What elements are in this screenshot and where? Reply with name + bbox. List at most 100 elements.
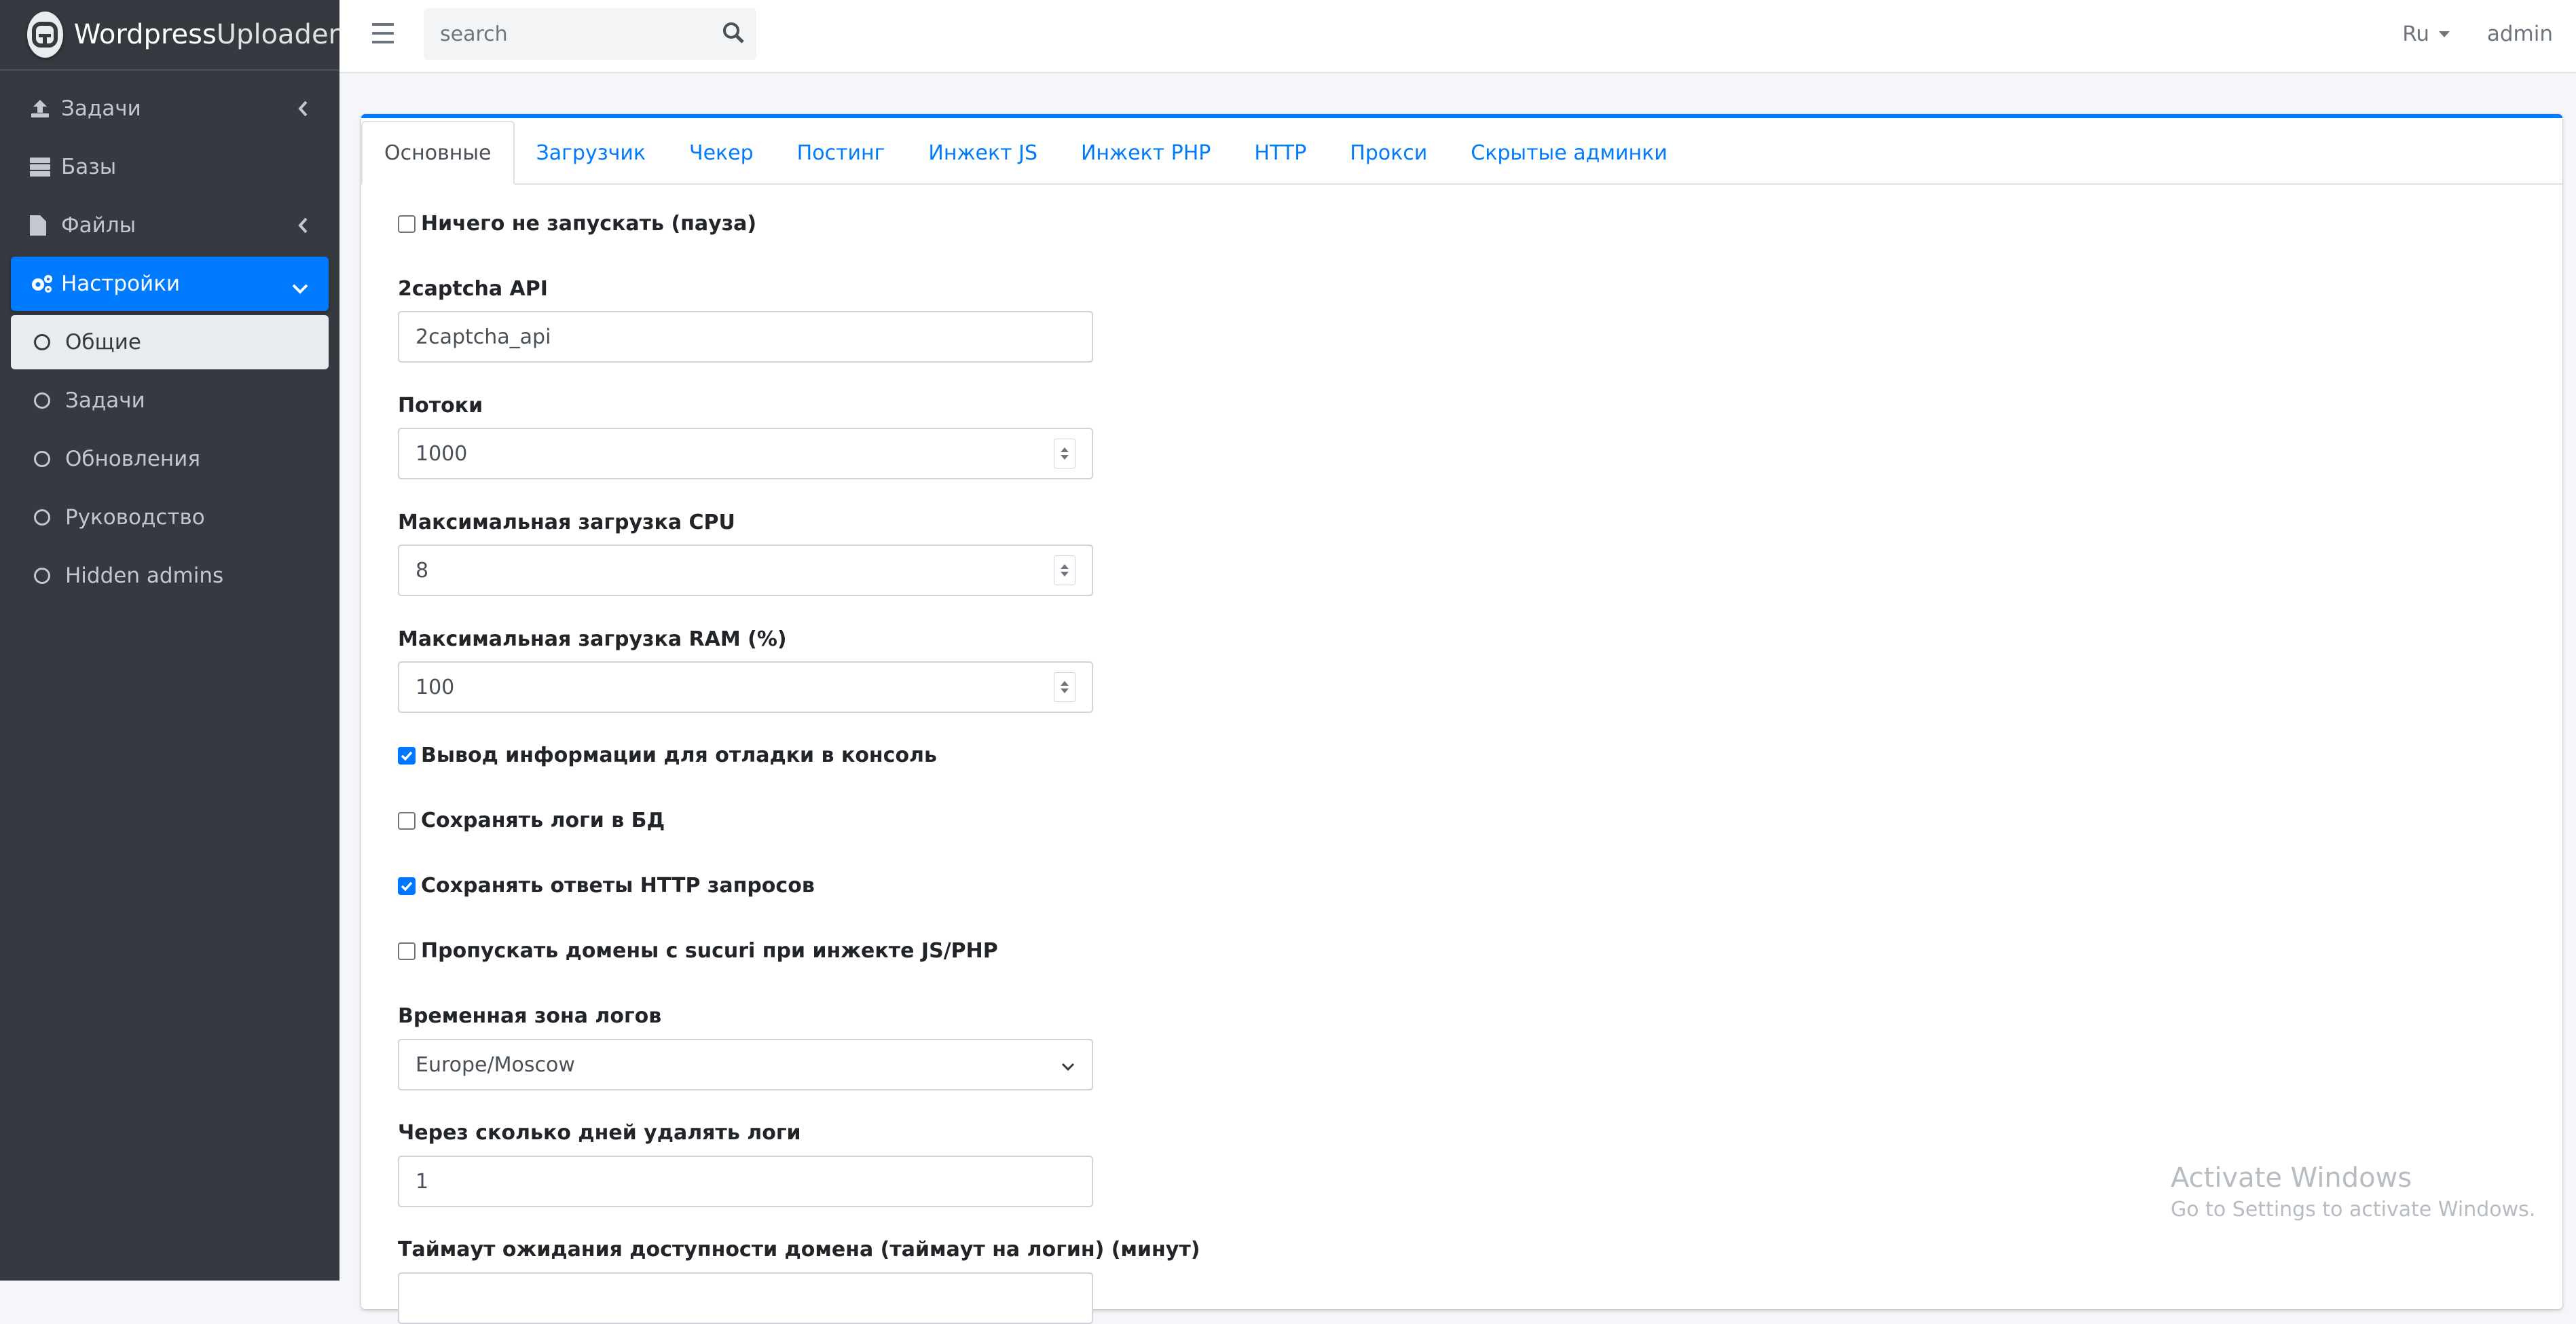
tab-http[interactable]: HTTP: [1232, 121, 1328, 185]
watermark-title: Activate Windows: [2171, 1162, 2412, 1194]
chevron-down-icon: [291, 277, 310, 301]
threads-value: 1000: [416, 441, 468, 466]
sidebar-item-label: Базы: [61, 155, 117, 179]
search-box: [424, 8, 756, 60]
brand-name: WordpressUploader: [73, 19, 339, 50]
sidebar-item-label: Обновления: [65, 447, 200, 471]
ram-label: Максимальная загрузка RAM (%): [398, 627, 787, 651]
brand-logo-icon: [27, 12, 63, 58]
sidebar-item-label: Файлы: [61, 213, 136, 238]
skip-sucuri-checkbox-row[interactable]: Пропускать домены с sucuri при инжекте J…: [398, 939, 998, 963]
sidebar-item-label: Общие: [65, 330, 141, 354]
circle-icon: [34, 568, 61, 584]
chevron-left-icon: [296, 99, 310, 124]
settings-card: Основные Загрузчик Чекер Постинг Инжект …: [361, 114, 2562, 1324]
debug-checkbox[interactable]: [398, 746, 416, 765]
language-label: Ru: [2402, 22, 2429, 46]
save-logs-label: Сохранять логи в БД: [421, 809, 665, 832]
log-days-value: 1: [416, 1169, 429, 1194]
watermark-subtitle: Go to Settings to activate Windows.: [2171, 1198, 2536, 1221]
save-http-checkbox-row[interactable]: Сохранять ответы HTTP запросов: [398, 874, 815, 898]
user-menu[interactable]: admin: [2487, 22, 2553, 46]
cpu-value: 8: [416, 558, 429, 583]
sidebar-item-databases[interactable]: Базы: [11, 140, 329, 194]
pause-checkbox[interactable]: [398, 215, 416, 233]
checkmark-icon: [401, 751, 413, 761]
captcha-api-label: 2captcha API: [398, 277, 548, 301]
hamburger-menu-icon[interactable]: [372, 23, 394, 50]
sidebar-subitem-updates[interactable]: Обновления: [11, 432, 329, 486]
save-http-label: Сохранять ответы HTTP запросов: [421, 874, 815, 898]
circle-icon: [34, 392, 61, 409]
circle-icon: [34, 334, 61, 350]
cpu-input[interactable]: 8: [398, 545, 1093, 596]
cpu-spinner[interactable]: [1054, 555, 1075, 585]
sidebar-item-label: Задачи: [61, 96, 141, 121]
captcha-api-value: 2captcha_api: [416, 325, 551, 349]
ram-input[interactable]: 100: [398, 661, 1093, 713]
threads-spinner[interactable]: [1054, 439, 1075, 468]
top-navbar: Ru admin: [339, 0, 2576, 73]
caret-down-icon: [2439, 31, 2450, 37]
upload-icon: [30, 98, 57, 119]
chevron-down-icon: [1061, 1053, 1075, 1077]
settings-tabs: Основные Загрузчик Чекер Постинг Инжект …: [361, 118, 2562, 185]
file-icon: [30, 215, 57, 236]
debug-label: Вывод информации для отладки в консоль: [421, 743, 937, 767]
sidebar-subitem-general[interactable]: Общие: [11, 315, 329, 369]
tab-proxy[interactable]: Прокси: [1328, 121, 1449, 185]
cpu-label: Максимальная загрузка CPU: [398, 511, 735, 534]
search-icon: [722, 21, 745, 47]
brand[interactable]: WordpressUploader: [0, 0, 339, 71]
tab-uploader[interactable]: Загрузчик: [515, 121, 667, 185]
sidebar: WordpressUploader Задачи Базы Файлы Наст…: [0, 0, 339, 1281]
save-http-checkbox[interactable]: [398, 877, 416, 895]
gears-icon: [30, 274, 57, 294]
search-button[interactable]: [710, 8, 756, 60]
sidebar-item-tasks[interactable]: Задачи: [11, 81, 329, 136]
sidebar-item-label: Руководство: [65, 505, 205, 530]
search-input[interactable]: [424, 8, 710, 60]
language-dropdown[interactable]: Ru: [2402, 22, 2450, 46]
database-icon: [30, 158, 57, 177]
timeout-label: Таймаут ожидания доступности домена (тай…: [398, 1238, 1200, 1262]
ram-spinner[interactable]: [1054, 672, 1075, 702]
sidebar-subitem-hidden-admins[interactable]: Hidden admins: [11, 549, 329, 603]
tab-inject-js[interactable]: Инжект JS: [906, 121, 1059, 185]
pause-checkbox-row[interactable]: Ничего не запускать (пауза): [398, 212, 756, 236]
save-logs-checkbox[interactable]: [398, 811, 416, 830]
ram-value: 100: [416, 675, 455, 699]
log-days-label: Через сколько дней удалять логи: [398, 1121, 801, 1145]
sidebar-subitem-tasks[interactable]: Задачи: [11, 373, 329, 428]
windows-activation-watermark: Activate Windows Go to Settings to activ…: [2171, 1162, 2535, 1221]
sidebar-item-files[interactable]: Файлы: [11, 198, 329, 253]
sidebar-item-label: Задачи: [65, 388, 145, 413]
pause-label: Ничего не запускать (пауза): [421, 212, 757, 236]
checkmark-icon: [401, 881, 413, 891]
timezone-value: Europe/Moscow: [416, 1052, 575, 1077]
threads-input[interactable]: 1000: [398, 428, 1093, 479]
tab-general[interactable]: Основные: [361, 121, 515, 185]
sidebar-subitem-manual[interactable]: Руководство: [11, 490, 329, 545]
sidebar-item-settings[interactable]: Настройки: [11, 257, 329, 311]
chevron-left-icon: [296, 216, 310, 240]
save-logs-checkbox-row[interactable]: Сохранять логи в БД: [398, 809, 665, 832]
tab-checker[interactable]: Чекер: [667, 121, 775, 185]
tab-inject-php[interactable]: Инжект PHP: [1059, 121, 1232, 185]
timeout-input[interactable]: [398, 1272, 1093, 1324]
circle-icon: [34, 509, 61, 526]
threads-label: Потоки: [398, 394, 483, 418]
timezone-label: Временная зона логов: [398, 1004, 662, 1028]
tab-hidden-admins[interactable]: Скрытые админки: [1449, 121, 1689, 185]
tab-posting[interactable]: Постинг: [775, 121, 907, 185]
skip-sucuri-label: Пропускать домены с sucuri при инжекте J…: [421, 939, 998, 963]
skip-sucuri-checkbox[interactable]: [398, 942, 416, 960]
sidebar-item-label: Настройки: [61, 272, 181, 296]
circle-icon: [34, 451, 61, 467]
debug-checkbox-row[interactable]: Вывод информации для отладки в консоль: [398, 743, 937, 767]
log-days-input[interactable]: 1: [398, 1156, 1093, 1207]
sidebar-nav: Задачи Базы Файлы Настройки Общие Задачи…: [0, 71, 339, 603]
captcha-api-input[interactable]: 2captcha_api: [398, 311, 1093, 363]
timezone-select[interactable]: Europe/Moscow: [398, 1039, 1093, 1090]
sidebar-item-label: Hidden admins: [65, 564, 224, 588]
